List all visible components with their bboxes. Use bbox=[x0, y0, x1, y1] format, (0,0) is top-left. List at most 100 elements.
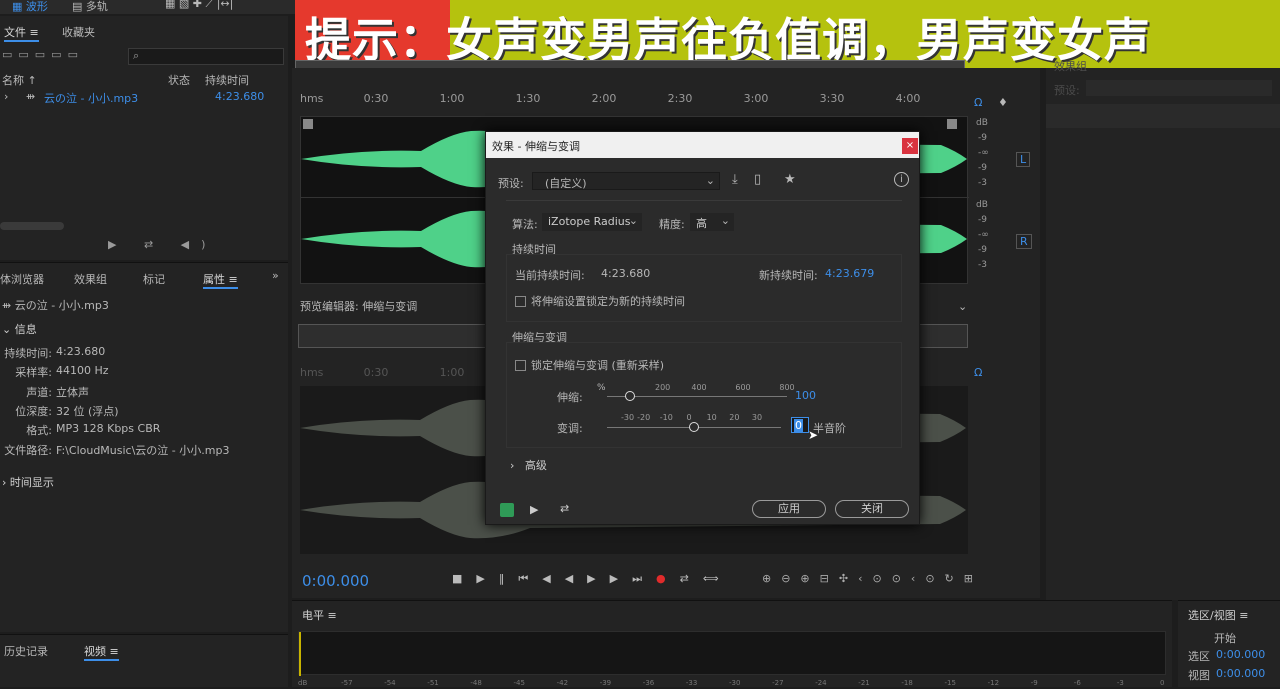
tab-media-browser[interactable]: 体浏览器 bbox=[0, 271, 44, 287]
props-file: ⇻ 云の泣 - 小小.mp3 bbox=[2, 299, 109, 312]
tick-label: 30 bbox=[751, 413, 763, 422]
info-value: 立体声 bbox=[56, 385, 89, 399]
play-preview-icon[interactable]: ▶ bbox=[530, 503, 538, 516]
file-search-input[interactable]: ⌕ bbox=[128, 48, 284, 65]
sel-start-value[interactable]: 0:00.000 bbox=[1216, 648, 1265, 661]
info-value: MP3 128 Kbps CBR bbox=[56, 422, 161, 436]
stretch-slider-thumb[interactable] bbox=[624, 391, 635, 401]
tab-history[interactable]: 历史记录 bbox=[4, 643, 48, 659]
info-key: 格式: bbox=[26, 424, 52, 438]
favorite-star-icon[interactable]: ★ bbox=[784, 172, 796, 187]
transport-controls[interactable]: ■▶‖⏮◀◀▶▶⏭●⇄⟺ bbox=[452, 572, 733, 586]
preset-select[interactable]: (自定义) ⌄ bbox=[532, 172, 720, 190]
db-label: -9 bbox=[978, 163, 987, 173]
meter-tick: -15 bbox=[944, 679, 956, 687]
panel-overflow-icon[interactable]: » bbox=[272, 269, 279, 282]
files-scrollbar[interactable] bbox=[0, 222, 64, 230]
audio-file-icon: ⇻ bbox=[2, 299, 15, 312]
bottom-left-panel: 历史记录 视频 ≡ bbox=[0, 634, 288, 687]
db-label: -9 bbox=[978, 245, 987, 255]
meter-tick: -27 bbox=[772, 679, 784, 687]
power-toggle-icon[interactable] bbox=[500, 503, 514, 517]
algorithm-select[interactable]: iZotope Radius ⌄ bbox=[542, 213, 642, 231]
precision-label: 精度: bbox=[659, 218, 685, 231]
channel-right-badge[interactable]: R bbox=[1016, 234, 1032, 249]
tab-video[interactable]: 视频 ≡ bbox=[84, 643, 119, 661]
chevron-down-icon: ⌄ bbox=[705, 174, 715, 187]
db-label: -∞ bbox=[978, 230, 989, 240]
file-duration: 4:23.680 bbox=[215, 90, 265, 103]
lock-stretch-checkbox[interactable]: 锁定伸缩与变调 (重新采样) bbox=[515, 357, 664, 373]
chevron-down-icon: ⌄ bbox=[720, 214, 730, 227]
tick-label: 400 bbox=[691, 383, 707, 392]
zoom-controls[interactable]: ⊕⊖⊕⊟✣‹⊙⊙‹⊙↻⊞ bbox=[762, 572, 983, 585]
headphone-icon[interactable]: Ω bbox=[974, 96, 982, 109]
pitch-value-input[interactable]: 0 bbox=[791, 417, 809, 433]
col-name[interactable]: 名称 ↑ bbox=[2, 72, 37, 88]
tab-files[interactable]: 文件 ≡ bbox=[4, 24, 39, 42]
file-transport[interactable]: ▶ ⇄ ◀) bbox=[108, 238, 217, 251]
tick-label: 10 bbox=[706, 413, 717, 422]
file-toolbar[interactable]: ▭▭▭▭▭ bbox=[2, 48, 122, 66]
multitrack-tab[interactable]: ▤ 多轨 bbox=[72, 0, 108, 14]
stretch-value[interactable]: 100 bbox=[795, 389, 816, 402]
timeline-ruler[interactable]: hms 0:30 1:00 1:30 2:00 2:30 3:00 3:30 4:00 bbox=[300, 92, 968, 110]
dialog-close-button[interactable]: × bbox=[902, 138, 918, 154]
close-button[interactable]: 关闭 bbox=[835, 500, 909, 518]
pitch-slider-thumb[interactable] bbox=[689, 422, 699, 432]
tab-properties[interactable]: 属性 ≡ bbox=[203, 271, 238, 289]
expand-icon[interactable]: › bbox=[4, 90, 8, 103]
meter-tick: -39 bbox=[599, 679, 612, 687]
info-row: 持续时间: 4:23.680 bbox=[0, 345, 288, 363]
channel-left-badge[interactable]: L bbox=[1016, 152, 1031, 167]
file-row[interactable]: › ⇻ 云の泣 - 小小.mp3 4:23.680 bbox=[0, 88, 288, 106]
col-duration[interactable]: 持续时间 bbox=[205, 72, 249, 88]
stretch-unit: % bbox=[597, 383, 606, 393]
tick-label: hms bbox=[300, 366, 324, 379]
record-icon[interactable]: ● bbox=[656, 572, 680, 585]
info-section[interactable]: ⌄ 信息 bbox=[2, 321, 37, 337]
stretch-section: 锁定伸缩与变调 (重新采样) 伸缩: % 200 400 600 800 100 变调… bbox=[506, 342, 902, 448]
preview-headphone-icon[interactable]: Ω bbox=[974, 366, 982, 379]
preview-editor-label: 预览编辑器: 伸缩与变调 bbox=[300, 300, 418, 313]
preview-dropdown-icon[interactable]: ⌄ bbox=[958, 300, 967, 313]
meter-tick: -24 bbox=[815, 679, 827, 687]
toolbar-icons[interactable]: ▦ ▧ ✚ ⟋ |↔| bbox=[165, 0, 233, 11]
precision-select[interactable]: 高 ⌄ bbox=[690, 213, 734, 231]
apply-button[interactable]: 应用 bbox=[752, 500, 826, 518]
lock-duration-checkbox[interactable]: 将伸缩设置锁定为新的持续时间 bbox=[515, 293, 685, 309]
loop-icon[interactable]: ⇄ bbox=[560, 502, 569, 515]
meter-tick: dB bbox=[298, 679, 308, 687]
tab-effects-rack[interactable]: 效果组 bbox=[74, 271, 107, 287]
stretch-pitch-dialog: 效果 - 伸缩与变调 × 预设: (自定义) ⌄ ⤓ ▯ ★ i 算法: iZo… bbox=[485, 131, 920, 525]
info-icon[interactable]: i bbox=[894, 172, 909, 187]
advanced-section[interactable]: › 高级 bbox=[510, 457, 547, 473]
save-preset-icon[interactable]: ⤓ bbox=[732, 172, 738, 187]
view-start-value[interactable]: 0:00.000 bbox=[1216, 667, 1265, 680]
selection-panel: 选区/视图 ≡ 开始 选区 0:00.000 视图 0:00.000 bbox=[1178, 600, 1280, 687]
tick-label: 0 bbox=[686, 413, 692, 422]
mouse-cursor-icon: ➤ bbox=[808, 428, 819, 442]
new-duration-value[interactable]: 4:23.679 bbox=[825, 267, 874, 280]
new-duration-label: 新持续时间: bbox=[759, 269, 818, 282]
waveform-tab[interactable]: ▦ 波形 bbox=[12, 0, 48, 14]
db-label: -9 bbox=[978, 133, 987, 143]
right-preset-select[interactable] bbox=[1086, 80, 1272, 96]
col-status[interactable]: 状态 bbox=[168, 72, 190, 88]
tab-favorites[interactable]: 收藏夹 bbox=[62, 24, 95, 40]
info-value: 32 位 (浮点) bbox=[56, 404, 119, 418]
meter-tick: -9 bbox=[1030, 679, 1038, 687]
info-row: 位深度: 32 位 (浮点) bbox=[0, 403, 288, 421]
delete-preset-icon[interactable]: ▯ bbox=[754, 172, 761, 187]
tick-label: 20 bbox=[729, 413, 740, 422]
info-key: 位深度: bbox=[15, 404, 52, 418]
tick-label: 0:30 bbox=[363, 366, 389, 379]
info-value: 4:23.680 bbox=[56, 345, 106, 358]
meter-scale: dB -57 -54 -51 -48 -45 -42 -39 -36 -33 -30 -27 -24 -2… bbox=[298, 679, 1166, 689]
properties-panel: ⇻ 云の泣 - 小小.mp3 ⌄ 信息 持续时间: 4:23.680 采样率: 441… bbox=[0, 290, 288, 632]
tab-markers[interactable]: 标记 bbox=[143, 271, 165, 287]
meter-tick: -12 bbox=[987, 679, 1000, 687]
db-label: -3 bbox=[978, 260, 987, 270]
pin-icon[interactable]: ♦ bbox=[998, 96, 1008, 109]
time-display-section[interactable]: › 时间显示 bbox=[2, 474, 54, 490]
